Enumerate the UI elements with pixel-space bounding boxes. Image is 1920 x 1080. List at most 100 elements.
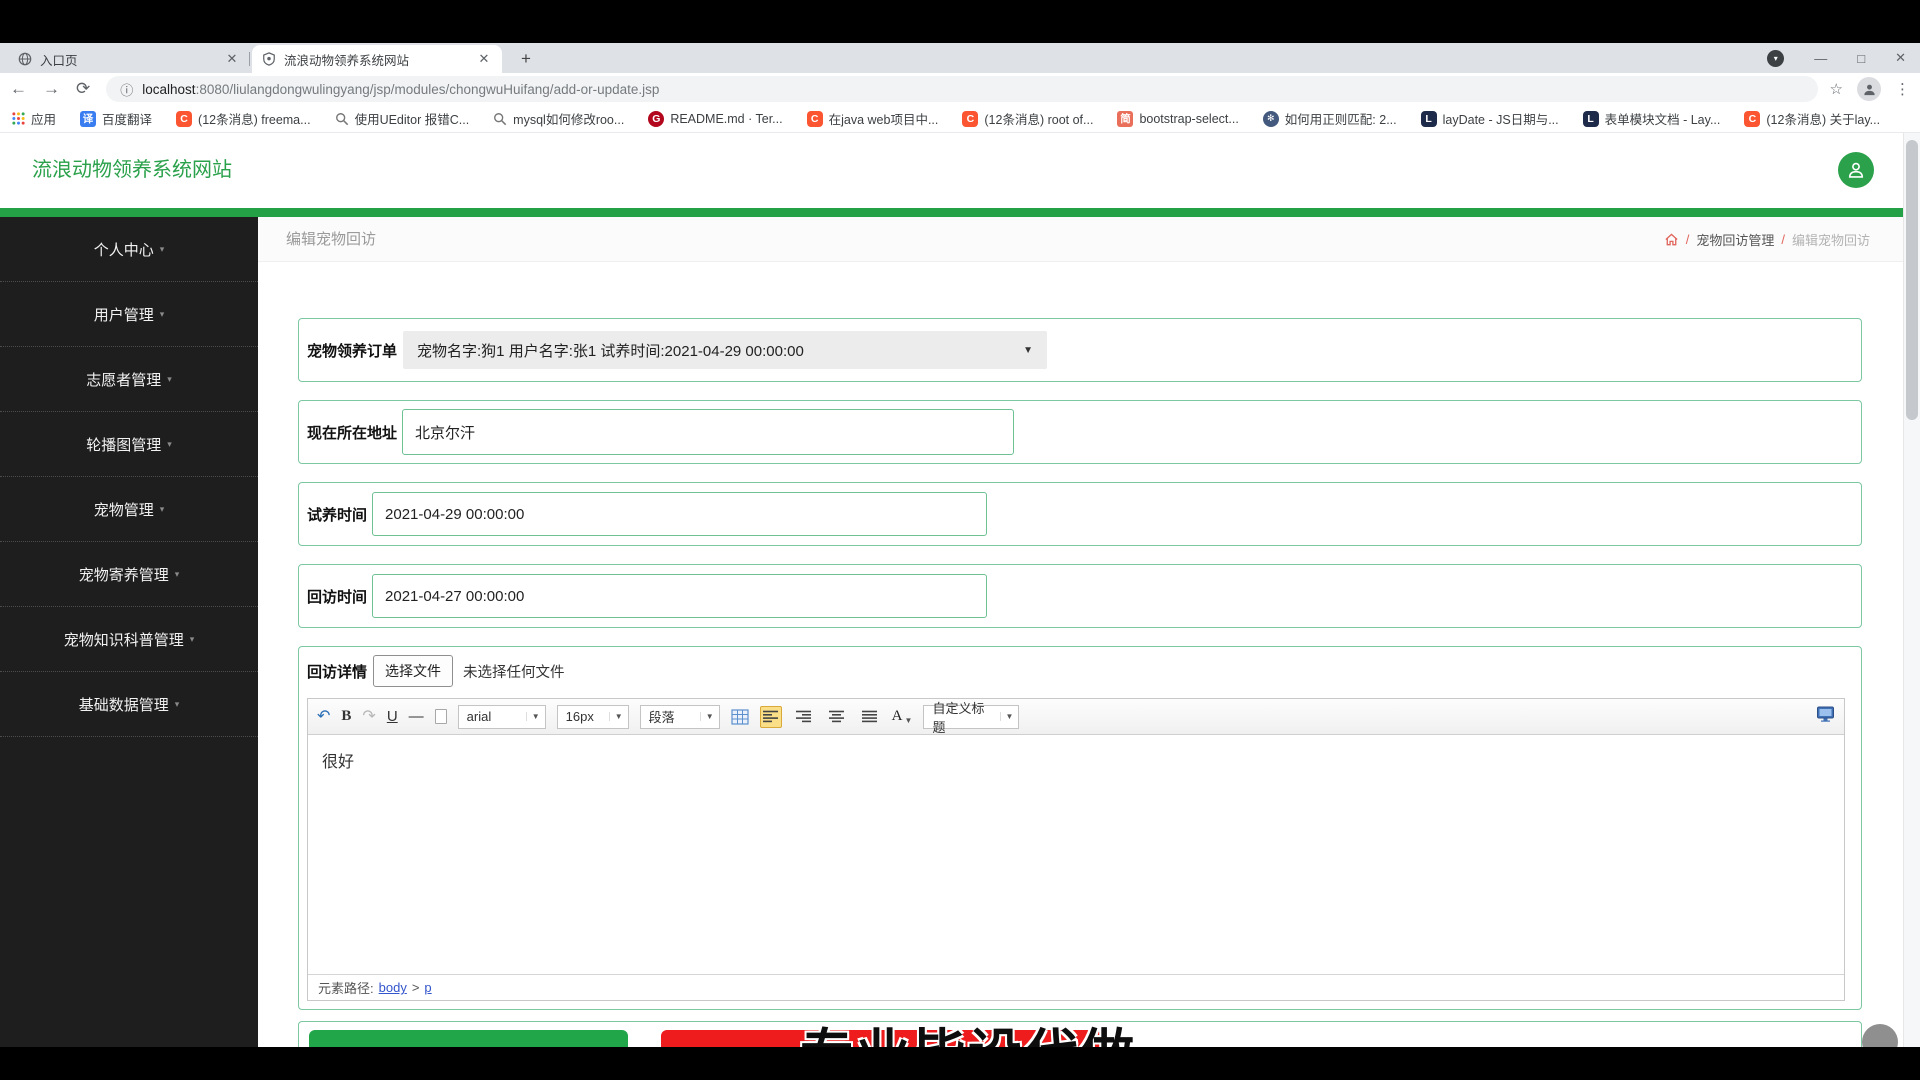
reload-button[interactable]: ⟳ [76,79,90,99]
font-family-select[interactable]: arial ▼ [458,705,546,729]
bookmark-item[interactable]: L 表单模块文档 - Lay... [1583,109,1721,128]
club-icon: ✻ [1263,111,1279,127]
bookmark-item[interactable]: G README.md · Ter... [648,111,782,127]
bookmark-apps[interactable]: 应用 [12,109,56,128]
element-path-p-link[interactable]: p [424,980,431,995]
order-label: 宠物领养订单 [307,340,397,361]
sidebar-item-carousel-management[interactable]: 轮播图管理▾ [0,412,258,477]
trial-time-input[interactable] [372,492,987,536]
breadcrumb-bar: 编辑宠物回访 / 宠物回访管理 / 编辑宠物回访 [258,217,1903,262]
visit-time-input[interactable] [372,574,987,618]
chevron-down-icon: ▾ [175,699,180,710]
chevron-down-icon: ▾ [167,374,172,385]
chevron-down-icon: ▼ [609,712,623,721]
sidebar-item-pet-management[interactable]: 宠物管理▾ [0,477,258,542]
bookmark-item[interactable]: L layDate - JS日期与... [1421,109,1559,128]
font-size-select[interactable]: 16px ▼ [557,705,629,729]
page-scrollbar[interactable] [1903,133,1920,1047]
sidebar-item-volunteer-management[interactable]: 志愿者管理 ▾ [0,347,258,412]
fullscreen-icon[interactable] [1816,706,1835,727]
paragraph-value: 段落 [649,707,675,726]
chevron-down-icon: ▾ [175,569,180,580]
sidebar-item-basic-data-management[interactable]: 基础数据管理▾ [0,672,258,737]
chevron-down-icon: ▾ [167,439,172,450]
underline-icon[interactable]: U [387,709,398,724]
back-button[interactable]: ← [10,79,27,99]
bookmark-item[interactable]: 简 bootstrap-select... [1117,111,1238,127]
close-tab-icon[interactable]: ✕ [224,51,240,67]
new-tab-button[interactable]: + [514,48,538,72]
address-input[interactable] [402,409,1014,455]
close-button[interactable]: ✕ [1895,50,1906,66]
element-path-body-link[interactable]: body [379,980,407,995]
close-tab-icon[interactable]: ✕ [476,51,492,67]
sidebar-item-label: 宠物管理 [94,499,154,520]
header-accent-bar [0,208,1920,217]
scrollbar-thumb[interactable] [1906,140,1918,420]
user-avatar[interactable] [1838,152,1874,188]
home-icon[interactable] [1664,232,1679,247]
screen: 入口页 ✕ 流浪动物领养系统网站 ✕ + ▾ — □ ✕ ← → ⟳ ⓘ loc… [0,0,1920,1080]
breadcrumb-separator: / [1686,232,1690,247]
paragraph-select[interactable]: 段落 ▼ [640,705,720,729]
jianshu-icon: 简 [1117,111,1133,127]
sidebar-item-user-management[interactable]: 用户管理▾ [0,282,258,347]
redo-icon[interactable]: ↷ [362,709,375,725]
bookmark-item[interactable]: 使用UEditor 报错C... [335,109,470,128]
breadcrumb-pet-visit-management[interactable]: 宠物回访管理 [1696,230,1774,249]
breadcrumb-edit-pet-visit: 编辑宠物回访 [1792,230,1870,249]
profile-avatar-icon[interactable] [1857,77,1881,101]
visit-time-label: 回访时间 [307,586,367,607]
browser-update-icon[interactable]: ▾ [1767,50,1784,67]
sidebar-item-personal-center[interactable]: 个人中心▾ [0,217,258,282]
forward-button[interactable]: → [43,79,60,99]
form-group-address: 现在所在地址 [298,400,1862,464]
font-color-button[interactable]: A ▼ [892,708,913,725]
sidebar-item-label: 个人中心 [94,239,154,260]
sidebar: 个人中心▾ 用户管理▾ 志愿者管理▾ 轮播图管理▾ 宠物管理▾ 宠物寄养管理▾ … [0,217,258,1047]
bold-icon[interactable]: B [341,709,351,724]
chevron-down-icon: ▼ [700,712,714,721]
order-select[interactable]: 宠物名字:狗1 用户名字:张1 试养时间:2021-04-29 00:00:00… [403,331,1047,369]
address-bar[interactable]: ⓘ localhost:8080/liulangdongwulingyang/j… [106,76,1817,102]
menu-icon[interactable]: ⋮ [1895,80,1910,98]
bookmark-item[interactable]: mysql如何修改roo... [493,109,624,128]
gitee-icon: G [648,111,664,127]
browser-tab-strip: 入口页 ✕ 流浪动物领养系统网站 ✕ + ▾ — □ ✕ [0,43,1920,73]
csdn-icon: C [962,111,978,127]
editor-content[interactable]: 很好 [308,736,1844,973]
bookmark-item[interactable]: C (12条消息) 关于lay... [1744,109,1880,128]
bookmark-item[interactable]: C (12条消息) freema... [176,109,311,128]
csdn-icon: C [176,111,192,127]
align-left-icon[interactable] [760,706,782,728]
sidebar-item-label: 志愿者管理 [86,369,161,390]
editor-toolbar: ↶ B ↷ U — arial ▼ 16px ▼ 段落 [308,699,1844,735]
toolbar-right: ☆ ⋮ [1830,77,1910,101]
bookmark-item[interactable]: C (12条消息) root of... [962,109,1093,128]
align-justify-icon[interactable] [859,706,881,728]
bookmark-item[interactable]: 译 百度翻译 [80,109,152,128]
minimize-button[interactable]: — [1814,51,1827,66]
custom-title-select[interactable]: 自定义标题 ▼ [923,705,1019,729]
sidebar-item-pet-foster-management[interactable]: 宠物寄养管理▾ [0,542,258,607]
new-document-icon[interactable] [435,709,447,724]
info-icon[interactable]: ⓘ [120,80,133,99]
browser-tab-entry-page[interactable]: 入口页 ✕ [8,45,250,73]
tab-title: 入口页 [40,50,216,69]
sidebar-item-pet-knowledge-management[interactable]: 宠物知识科普管理▾ [0,607,258,672]
bookmark-star-icon[interactable]: ☆ [1830,80,1843,98]
restore-button[interactable]: □ [1857,51,1865,66]
bookmark-label: 应用 [31,109,56,128]
browser-tab-active[interactable]: 流浪动物领养系统网站 ✕ [252,45,502,73]
align-right-icon[interactable] [793,706,815,728]
bookmark-label: mysql如何修改roo... [513,109,624,128]
undo-icon[interactable]: ↶ [317,709,330,725]
bookmark-item[interactable]: ✻ 如何用正则匹配: 2... [1263,109,1397,128]
align-center-icon[interactable] [826,706,848,728]
url-path: :8080/liulangdongwulingyang/jsp/modules/… [196,82,660,97]
trial-time-label: 试养时间 [307,504,367,525]
choose-file-button[interactable]: 选择文件 [373,655,453,687]
bookmark-item[interactable]: C 在java web项目中... [807,109,939,128]
horizontal-rule-icon[interactable]: — [409,709,424,724]
insert-table-icon[interactable] [731,709,749,725]
